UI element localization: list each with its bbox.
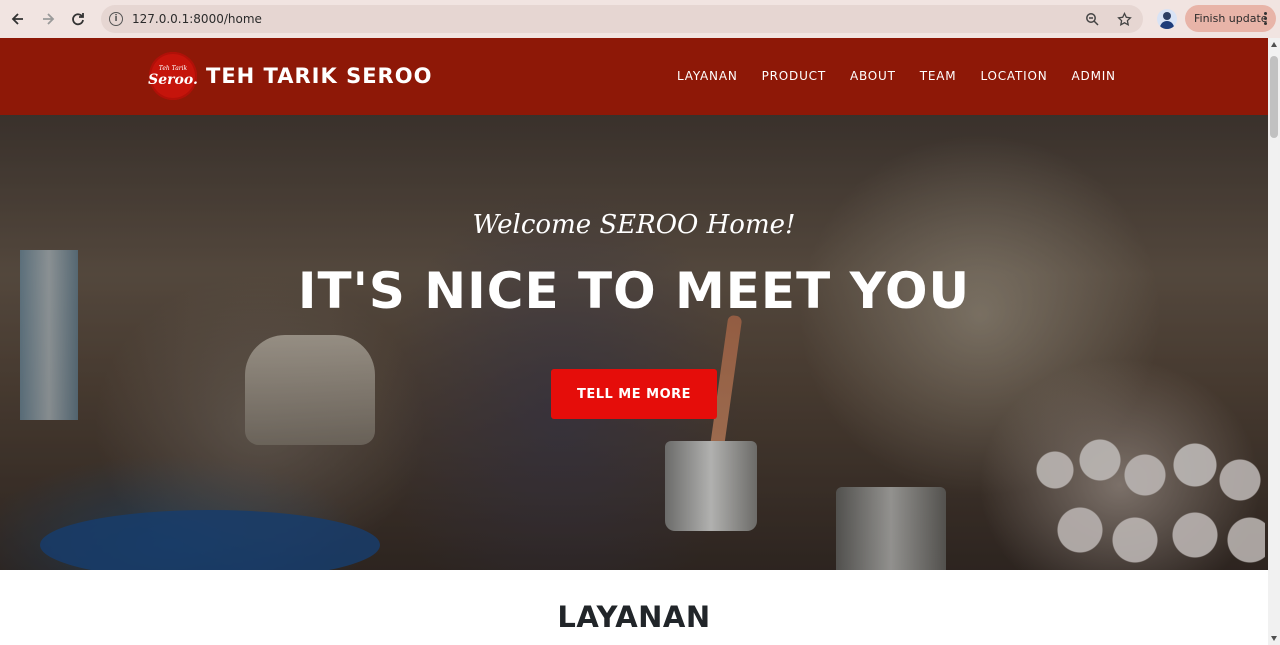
nav-link-team[interactable]: TEAM [920,69,957,83]
back-arrow-icon[interactable] [3,4,33,34]
brand-logo[interactable]: Teh Tarik Seroo. [148,52,198,100]
hero-overlay [0,115,1268,570]
nav-link-layanan[interactable]: LAYANAN [677,69,738,83]
reload-icon[interactable] [63,4,93,34]
nav-link-about[interactable]: ABOUT [850,69,896,83]
kebab-menu-icon [1264,12,1268,25]
forward-arrow-icon[interactable] [33,4,63,34]
zoom-icon[interactable] [1083,10,1101,28]
services-section-title: LAYANAN [557,600,711,634]
logo-small-text: Teh Tarik [158,64,188,72]
browser-toolbar: i 127.0.0.1:8000/home Finish update [0,0,1280,38]
url-text[interactable]: 127.0.0.1:8000/home [132,12,262,26]
nav-link-product[interactable]: PRODUCT [762,69,826,83]
brand-name[interactable]: TEH TARIK SEROO [206,64,432,88]
nav-link-admin[interactable]: ADMIN [1072,69,1116,83]
main-menu: LAYANAN PRODUCT ABOUT TEAM LOCATION ADMI… [677,69,1140,83]
logo-main-text: Seroo. [148,71,198,88]
nav-link-location[interactable]: LOCATION [980,69,1047,83]
info-icon[interactable]: i [109,12,123,26]
avatar[interactable] [1157,9,1177,29]
page-scrollbar[interactable] [1268,38,1280,645]
scroll-down-icon[interactable] [1271,636,1277,641]
tell-me-more-button[interactable]: TELL ME MORE [551,369,717,419]
finish-update-label: Finish update [1194,12,1268,25]
finish-update-button[interactable]: Finish update [1185,5,1276,32]
address-bar[interactable]: i 127.0.0.1:8000/home [101,5,1143,33]
hero-subheading: Welcome SEROO Home! [472,210,796,240]
hero-banner: Welcome SEROO Home! IT'S NICE TO MEET YO… [0,115,1268,570]
star-icon[interactable] [1115,10,1133,28]
scroll-up-icon[interactable] [1271,42,1277,47]
site-navbar: Teh Tarik Seroo. TEH TARIK SEROO LAYANAN… [0,38,1268,115]
page-viewport: Teh Tarik Seroo. TEH TARIK SEROO LAYANAN… [0,38,1268,645]
scroll-thumb[interactable] [1270,56,1278,138]
hero-heading: IT'S NICE TO MEET YOU [297,262,971,320]
